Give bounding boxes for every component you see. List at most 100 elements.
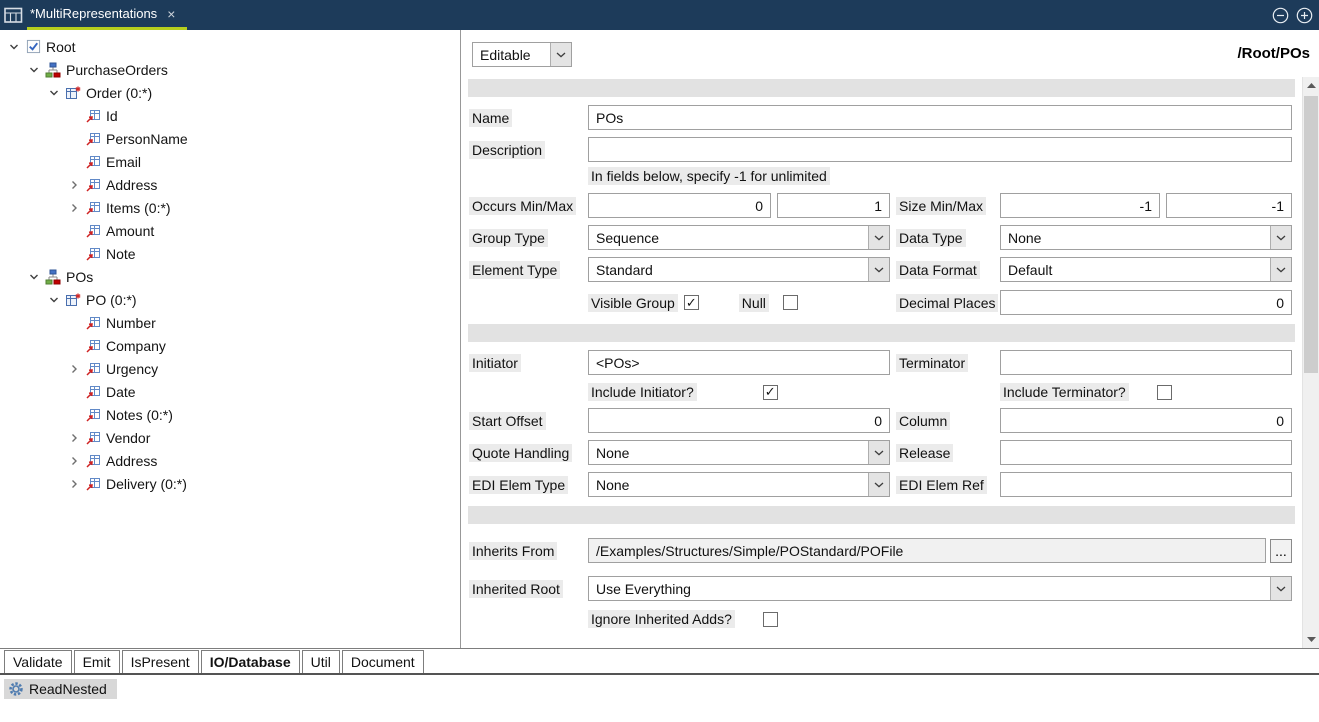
- minimize-button[interactable]: [1272, 7, 1289, 24]
- edit-mode-dropdown[interactable]: Editable: [472, 42, 572, 67]
- chevron-expanded-icon[interactable]: [6, 39, 22, 55]
- data-type-dropdown[interactable]: None: [1000, 225, 1292, 250]
- browse-button[interactable]: ...: [1270, 539, 1292, 563]
- element-type-dropdown[interactable]: Standard: [588, 257, 890, 282]
- tree-item[interactable]: Number: [0, 311, 460, 334]
- description-input[interactable]: [588, 137, 1292, 162]
- scrollbar-thumb[interactable]: [1304, 96, 1318, 373]
- gear-icon: [8, 681, 24, 697]
- data-format-dropdown[interactable]: Default: [1000, 257, 1292, 282]
- method-label: ReadNested: [29, 681, 107, 697]
- window-title: *MultiRepresentations: [30, 6, 157, 21]
- chevron-spacer: [66, 108, 82, 124]
- tree-item[interactable]: Delivery (0:*): [0, 472, 460, 495]
- tree-item[interactable]: Amount: [0, 219, 460, 242]
- name-input[interactable]: [588, 105, 1292, 130]
- null-checkbox[interactable]: ✓: [783, 295, 798, 310]
- inherits-from-input[interactable]: [588, 538, 1266, 563]
- chevron-down-icon: [1270, 226, 1291, 249]
- size-min-input[interactable]: [1000, 193, 1160, 218]
- data-format-label: Data Format: [896, 261, 980, 279]
- tab-io-database[interactable]: IO/Database: [201, 650, 300, 673]
- tree-item[interactable]: POs: [0, 265, 460, 288]
- column-input[interactable]: [1000, 408, 1292, 433]
- size-max-input[interactable]: [1166, 193, 1292, 218]
- tree-item[interactable]: Items (0:*): [0, 196, 460, 219]
- tree-item[interactable]: Vendor: [0, 426, 460, 449]
- chevron-spacer: [66, 338, 82, 354]
- edi-elem-type-dropdown[interactable]: None: [588, 472, 890, 497]
- edi-elem-ref-input[interactable]: [1000, 472, 1292, 497]
- chevron-collapsed-icon[interactable]: [66, 177, 82, 193]
- tree-item[interactable]: Root: [0, 35, 460, 58]
- chevron-expanded-icon[interactable]: [26, 269, 42, 285]
- include-terminator-checkbox[interactable]: ✓: [1157, 385, 1172, 400]
- chevron-down-icon: [868, 441, 889, 464]
- tree-item-label: Company: [106, 338, 166, 354]
- tab-util[interactable]: Util: [302, 650, 340, 673]
- chevron-collapsed-icon[interactable]: [66, 453, 82, 469]
- tab-close-icon[interactable]: ×: [167, 7, 175, 21]
- element-node-icon: [85, 407, 101, 423]
- tab-emit[interactable]: Emit: [74, 650, 120, 673]
- terminator-input[interactable]: [1000, 350, 1292, 375]
- vertical-scrollbar[interactable]: [1302, 77, 1319, 648]
- tree-item[interactable]: Order (0:*): [0, 81, 460, 104]
- element-node-icon: [85, 108, 101, 124]
- decimal-places-input[interactable]: [1000, 290, 1292, 315]
- maximize-button[interactable]: [1296, 7, 1313, 24]
- edi-row: EDI Elem Type None EDI Elem Ref: [469, 472, 1292, 497]
- tab-validate[interactable]: Validate: [4, 650, 72, 673]
- chevron-spacer: [66, 315, 82, 331]
- visible-group-checkbox[interactable]: ✓: [684, 295, 699, 310]
- chevron-down-icon: [868, 226, 889, 249]
- visible-group-row: Visible Group ✓ Null ✓ Decimal Places: [469, 290, 1292, 315]
- method-readnested[interactable]: ReadNested: [4, 679, 117, 699]
- tree-item[interactable]: Id: [0, 104, 460, 127]
- tree-item[interactable]: Date: [0, 380, 460, 403]
- chevron-expanded-icon[interactable]: [26, 62, 42, 78]
- inherited-root-dropdown[interactable]: Use Everything: [588, 576, 1292, 601]
- tree-item[interactable]: Company: [0, 334, 460, 357]
- release-input[interactable]: [1000, 440, 1292, 465]
- chevron-collapsed-icon[interactable]: [66, 476, 82, 492]
- document-tab[interactable]: *MultiRepresentations ×: [27, 0, 187, 30]
- tree-item[interactable]: Address: [0, 449, 460, 472]
- ignore-inherited-adds-checkbox[interactable]: ✓: [763, 612, 778, 627]
- group-type-dropdown[interactable]: Sequence: [588, 225, 890, 250]
- chevron-collapsed-icon[interactable]: [66, 430, 82, 446]
- tree-item[interactable]: PersonName: [0, 127, 460, 150]
- release-label: Release: [896, 444, 953, 462]
- scroll-up-icon[interactable]: [1303, 77, 1319, 94]
- tree-item[interactable]: PO (0:*): [0, 288, 460, 311]
- occurs-min-input[interactable]: [588, 193, 771, 218]
- chevron-expanded-icon[interactable]: [46, 85, 62, 101]
- tree-item[interactable]: Notes (0:*): [0, 403, 460, 426]
- start-offset-input[interactable]: [588, 408, 890, 433]
- occurs-max-input[interactable]: [777, 193, 890, 218]
- tree-item[interactable]: Address: [0, 173, 460, 196]
- structure-node-icon: [45, 269, 61, 285]
- tab-document[interactable]: Document: [342, 650, 424, 673]
- scroll-down-icon[interactable]: [1303, 631, 1319, 648]
- tab-ispresent[interactable]: IsPresent: [122, 650, 199, 673]
- column-label: Column: [896, 412, 950, 430]
- chevron-collapsed-icon[interactable]: [66, 361, 82, 377]
- chevron-expanded-icon[interactable]: [46, 292, 62, 308]
- chevron-collapsed-icon[interactable]: [66, 200, 82, 216]
- tree-item[interactable]: Urgency: [0, 357, 460, 380]
- tree-item-label: Root: [46, 39, 76, 55]
- tree-item-label: Address: [106, 177, 157, 193]
- initiator-row: Initiator Terminator: [469, 350, 1292, 375]
- group-type-label: Group Type: [469, 229, 548, 247]
- tree-item[interactable]: Note: [0, 242, 460, 265]
- initiator-input[interactable]: [588, 350, 890, 375]
- bottom-panel: ValidateEmitIsPresentIO/DatabaseUtilDocu…: [0, 649, 1319, 722]
- tree-item[interactable]: Email: [0, 150, 460, 173]
- initiator-label: Initiator: [469, 354, 521, 372]
- quote-handling-dropdown[interactable]: None: [588, 440, 890, 465]
- tree-item[interactable]: PurchaseOrders: [0, 58, 460, 81]
- fields-hint: In fields below, specify -1 for unlimite…: [588, 167, 830, 185]
- tree-item-label: Id: [106, 108, 118, 124]
- include-initiator-checkbox[interactable]: ✓: [763, 385, 778, 400]
